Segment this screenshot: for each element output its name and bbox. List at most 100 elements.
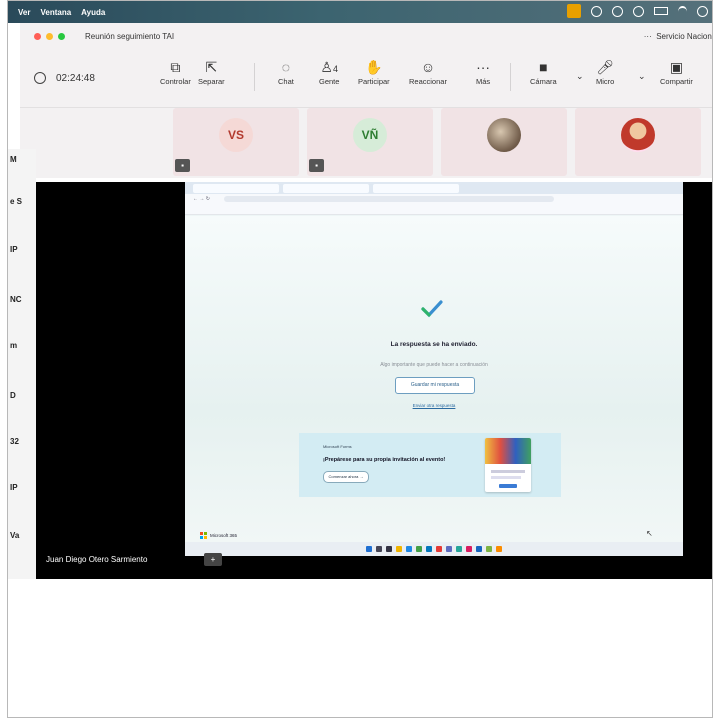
screenshot-frame: Ver Ventana Ayuda Reunión seguimiento TA… (7, 0, 713, 718)
forms-confirmation-page: La respuesta se ha enviado. Algo importa… (185, 216, 683, 552)
taskbar-app-icon[interactable] (396, 546, 402, 552)
pin-icon[interactable]: ▪ (175, 159, 190, 172)
meeting-title: Reunión seguimiento TAI (85, 31, 175, 41)
more-button[interactable]: ··· Más (476, 57, 490, 86)
start-icon[interactable] (366, 546, 372, 552)
browser-tab[interactable] (283, 183, 369, 193)
taskbar-app-icon[interactable] (406, 546, 412, 552)
window-controls (34, 32, 65, 40)
bookmarks-bar (185, 204, 683, 215)
forms-promo-banner: Microsoft Forms ¡Prepárese para su propi… (299, 433, 561, 497)
share-button[interactable]: ▣ Compartir (660, 57, 693, 86)
shared-screen[interactable]: ← → ↻ La respuesta se ha enviado. Algo i… (36, 182, 712, 579)
chat-list-item[interactable]: m (10, 341, 17, 350)
react-button[interactable]: ☺ Reaccionar (409, 57, 447, 86)
taskbar-app-icon[interactable] (416, 546, 422, 552)
close-window-button[interactable] (34, 32, 41, 40)
more-icon: ··· (476, 59, 491, 75)
control-center-icon[interactable] (633, 5, 644, 17)
teams-meeting-window: Reunión seguimiento TAI ··· Servicio Nac… (20, 23, 713, 178)
search-icon[interactable] (376, 546, 382, 552)
participant-tile[interactable]: VÑ ▪ (307, 108, 433, 176)
people-button[interactable]: ♙4 Gente (319, 57, 339, 86)
mic-options-chevron[interactable]: ⌄ (638, 71, 646, 82)
taskbar-app-icon[interactable] (466, 546, 472, 552)
participant-tile[interactable] (575, 108, 701, 176)
chat-list-item[interactable]: IP (10, 245, 18, 254)
spotlight-icon[interactable] (697, 5, 708, 17)
chat-icon: ◌ (281, 59, 291, 75)
tool-label: Cámara (530, 77, 557, 86)
org-label: ··· Servicio Nacional (644, 31, 713, 41)
background-chat-list: M e S IP NC m D 32 IP Va (8, 149, 36, 579)
tool-label: Gente (319, 77, 340, 86)
menu-ayuda[interactable]: Ayuda (81, 8, 105, 17)
presenter-pin-icon[interactable]: + (204, 553, 222, 566)
shared-browser-window: ← → ↻ La respuesta se ha enviado. Algo i… (185, 182, 683, 556)
taskbar-app-icon[interactable] (426, 546, 432, 552)
more-dots[interactable]: ··· (644, 32, 652, 41)
mac-menubar: Ver Ventana Ayuda (8, 1, 712, 23)
org-name: Servicio Nacional (656, 31, 713, 41)
browser-tab[interactable] (193, 183, 279, 193)
tool-label: Micro (596, 77, 615, 86)
chat-list-item[interactable]: Va (10, 531, 19, 540)
promo-title: ¡Prepárese para su propia invitación al … (323, 457, 446, 463)
url-field[interactable] (223, 196, 554, 202)
minimize-window-button[interactable] (46, 32, 53, 40)
browser-tab[interactable] (373, 183, 459, 193)
mic-button[interactable]: 🎤︎ Micro (596, 57, 614, 86)
menu-ventana[interactable]: Ventana (40, 8, 71, 17)
save-response-button[interactable]: Guardar mi respuesta (395, 377, 475, 394)
send-another-response-link[interactable]: Enviar otra respuesta (185, 403, 683, 408)
mic-icon: 🎤︎ (596, 59, 615, 75)
taskbar-app-icon[interactable] (486, 546, 492, 552)
focus-icon[interactable] (612, 5, 623, 17)
taskbar-app-icon[interactable] (446, 546, 452, 552)
battery-icon[interactable] (654, 7, 668, 15)
hand-icon: ✋ (365, 59, 383, 75)
nav-arrows-icon[interactable]: ← → ↻ (193, 196, 210, 202)
menubar-status-icons (567, 4, 708, 18)
wifi-icon[interactable] (678, 5, 687, 17)
taskbar-app-icon[interactable] (436, 546, 442, 552)
tool-label: Compartir (660, 77, 693, 86)
menu-ver[interactable]: Ver (18, 8, 30, 17)
mouse-cursor-icon: ↖ (646, 529, 653, 538)
tool-label: Chat (278, 77, 294, 86)
tool-label: Más (476, 77, 491, 86)
chat-list-item[interactable]: NC (10, 295, 22, 304)
camera-button[interactable]: ■ Cámara (530, 57, 557, 86)
chat-list-item[interactable]: D (10, 391, 16, 400)
emoji-icon: ☺ (420, 59, 436, 75)
taskbar-app-icon[interactable] (496, 546, 502, 552)
chat-button[interactable]: ◌ Chat (278, 57, 294, 86)
camera-options-chevron[interactable]: ⌄ (576, 71, 584, 82)
chat-list-item[interactable]: M (10, 155, 17, 164)
taskbar-app-icon[interactable] (476, 546, 482, 552)
promo-start-button[interactable]: Comenzar ahora → (323, 471, 369, 483)
media-icon[interactable] (591, 5, 602, 17)
zoom-window-button[interactable] (58, 32, 65, 40)
presenter-name: Juan Diego Otero Sarmiento (46, 555, 148, 564)
camera-off-icon: ■ (539, 59, 548, 75)
chat-list-item[interactable]: IP (10, 483, 18, 492)
taskbar-app-icon[interactable] (456, 546, 462, 552)
chevron-down-icon: ⌄ (576, 71, 584, 81)
recording-icon[interactable] (567, 4, 581, 18)
people-count: 4 (332, 64, 338, 74)
chat-list-item[interactable]: 32 (10, 437, 19, 446)
raise-hand-button[interactable]: ✋ Participar (358, 57, 390, 86)
participant-tile[interactable]: VS ▪ (173, 108, 299, 176)
separate-button[interactable]: ⇱ Separar (198, 57, 225, 86)
meeting-toolbar: 02:24:48 ⧉ Controlar ⇱ Separar ◌ Chat ♙4 Gen… (20, 49, 712, 108)
avatar: VS (219, 118, 253, 152)
control-button[interactable]: ⧉ Controlar (160, 57, 191, 86)
tool-label: Participar (358, 77, 390, 86)
taskbar-app-icon[interactable] (386, 546, 392, 552)
promo-brand: Microsoft Forms (323, 444, 352, 449)
participant-tile[interactable] (441, 108, 567, 176)
chat-list-item[interactable]: e S (10, 197, 22, 206)
pin-icon[interactable]: ▪ (309, 159, 324, 172)
tool-label: Controlar (160, 77, 191, 86)
